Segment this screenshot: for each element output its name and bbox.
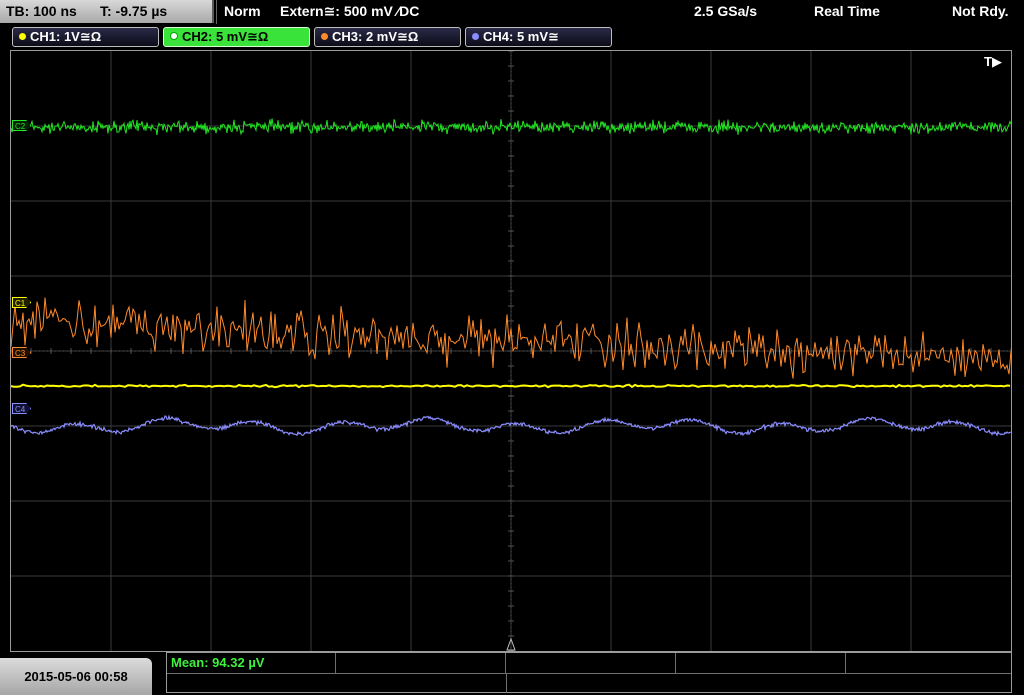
trigger-time-value: T: -9.75 µs xyxy=(100,3,168,19)
ch1-label: CH1: 1V≅Ω xyxy=(30,29,102,44)
date-time: 2015-05-06 00:58 xyxy=(0,658,152,695)
acquisition-status: Not Rdy. xyxy=(952,3,1009,19)
status-bar: TB: 100 ns T: -9.75 µs Norm Extern≅: 500… xyxy=(0,0,1024,24)
ch1-dot-icon xyxy=(19,33,26,40)
measurement-cell[interactable] xyxy=(676,653,846,673)
timebase-value: TB: 100 ns xyxy=(6,3,77,19)
divider xyxy=(167,673,1011,674)
timebase-panel[interactable]: TB: 100 ns T: -9.75 µs xyxy=(0,0,214,23)
measurement-panel[interactable]: Mean: 94.32 µV xyxy=(166,652,1012,693)
trigger-source[interactable]: Extern≅: 500 mV ⁄DC xyxy=(280,0,419,22)
ch1-waveform xyxy=(11,383,1011,389)
grid xyxy=(11,51,1011,651)
trigger-mode[interactable]: Norm xyxy=(224,0,261,22)
divider xyxy=(506,673,507,693)
tab-ch1[interactable]: CH1: 1V≅Ω xyxy=(12,27,159,47)
sample-rate[interactable]: 2.5 GSa/s xyxy=(694,0,757,22)
trigger-marker-icon: T▶ xyxy=(984,54,1002,69)
ch3-label: CH3: 2 mV≅Ω xyxy=(332,29,419,44)
tab-ch2[interactable]: CH2: 5 mV≅Ω xyxy=(163,27,310,47)
ch2-label: CH2: 5 mV≅Ω xyxy=(182,29,269,44)
ch2-dot-icon xyxy=(170,32,178,40)
measurement-cell[interactable] xyxy=(846,653,1011,673)
mean-measurement: Mean: 94.32 µV xyxy=(171,655,265,670)
waveform-canvas[interactable] xyxy=(11,51,1011,651)
channel-tabs: CH1: 1V≅Ω CH2: 5 mV≅Ω CH3: 2 mV≅Ω CH4: 5… xyxy=(0,25,1024,49)
ch3-dot-icon xyxy=(321,33,328,40)
divider xyxy=(216,0,217,24)
bottom-bar: 2015-05-06 00:58 Mean: 94.32 µV xyxy=(0,652,1024,695)
measurement-cell[interactable] xyxy=(336,653,506,673)
waveform-display[interactable] xyxy=(10,50,1012,652)
measurement-cell[interactable]: Mean: 94.32 µV xyxy=(167,653,336,673)
ch4-label: CH4: 5 mV≅ xyxy=(483,29,559,44)
measurement-cell[interactable] xyxy=(506,653,676,673)
tab-ch4[interactable]: CH4: 5 mV≅ xyxy=(465,27,612,47)
acquisition-mode[interactable]: Real Time xyxy=(814,0,880,22)
tab-ch3[interactable]: CH3: 2 mV≅Ω xyxy=(314,27,461,47)
ch4-dot-icon xyxy=(472,33,479,40)
